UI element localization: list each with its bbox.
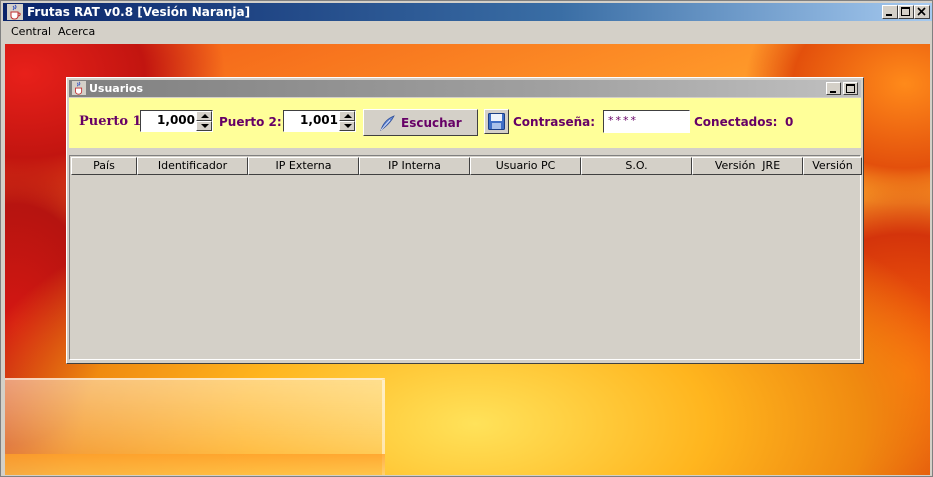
close-icon <box>917 7 926 16</box>
minimize-button[interactable] <box>882 5 898 19</box>
puerto2-value[interactable]: 1,001 <box>300 113 338 127</box>
puerto1-label: Puerto 1: <box>79 114 147 129</box>
col-usuario-pc[interactable]: Usuario PC <box>470 157 581 175</box>
maximize-button[interactable] <box>898 5 914 19</box>
col-pais[interactable]: País <box>71 157 137 175</box>
col-identificador[interactable]: Identificador <box>137 157 248 175</box>
puerto1-up-arrow[interactable] <box>196 111 212 121</box>
maximize-icon <box>846 84 855 93</box>
title-bar[interactable]: Frutas RAT v0.8 [Vesión Naranja] <box>3 3 932 21</box>
connection-toolbar: Puerto 1: 1,000 Puerto 2: 1,001 Escuchar… <box>69 98 861 148</box>
usuarios-title: Usuarios <box>89 82 144 95</box>
floppy-disk-icon <box>488 113 505 130</box>
minimize-icon <box>886 14 892 16</box>
usuarios-title-bar[interactable]: Usuarios <box>69 80 861 97</box>
internal-minimize-button[interactable] <box>826 82 841 95</box>
usuarios-frame: Usuarios Puerto 1: 1,000 Puerto 2: 1,001… <box>66 77 864 364</box>
menu-bar: Central Acerca <box>3 22 932 42</box>
users-table[interactable]: País Identificador IP Externa IP Interna… <box>69 155 862 360</box>
main-window: Frutas RAT v0.8 [Vesión Naranja] Central… <box>0 0 933 477</box>
conectados-label: Conectados: <box>694 115 778 129</box>
arrow-up-icon <box>201 114 209 118</box>
java-cup-icon <box>72 81 86 95</box>
puerto1-value[interactable]: 1,000 <box>157 113 195 127</box>
maximize-icon <box>901 7 910 16</box>
contrasena-label: Contraseña: <box>513 115 596 129</box>
table-header: País Identificador IP Externa IP Interna… <box>71 157 862 175</box>
password-field[interactable]: **** <box>603 110 690 133</box>
menu-central[interactable]: Central <box>11 25 51 38</box>
puerto1-spinner[interactable]: 1,000 <box>140 110 213 132</box>
arrow-up-icon <box>344 114 352 118</box>
puerto1-down-arrow[interactable] <box>196 121 212 131</box>
glass-band <box>5 454 385 475</box>
save-button[interactable] <box>484 109 509 134</box>
internal-maximize-button[interactable] <box>843 82 858 95</box>
minimize-icon <box>830 91 836 93</box>
escuchar-label: Escuchar <box>401 116 462 130</box>
col-ip-interna[interactable]: IP Interna <box>359 157 470 175</box>
puerto2-down-arrow[interactable] <box>339 121 355 131</box>
col-version[interactable]: Versión <box>803 157 862 175</box>
arrow-down-icon <box>201 124 209 128</box>
col-version-jre[interactable]: Versión JRE <box>692 157 803 175</box>
puerto2-label: Puerto 2: <box>219 115 282 129</box>
escuchar-button[interactable]: Escuchar <box>363 109 478 136</box>
feather-icon <box>380 115 395 131</box>
close-button[interactable] <box>914 5 930 19</box>
arrow-down-icon <box>344 124 352 128</box>
puerto2-spinner[interactable]: 1,001 <box>283 110 356 132</box>
col-ip-externa[interactable]: IP Externa <box>248 157 359 175</box>
col-so[interactable]: S.O. <box>581 157 692 175</box>
java-cup-icon <box>7 4 23 20</box>
password-value: **** <box>608 114 638 127</box>
conectados-count: 0 <box>785 115 794 129</box>
puerto2-up-arrow[interactable] <box>339 111 355 121</box>
window-title: Frutas RAT v0.8 [Vesión Naranja] <box>27 5 251 19</box>
menu-acerca[interactable]: Acerca <box>58 25 95 38</box>
